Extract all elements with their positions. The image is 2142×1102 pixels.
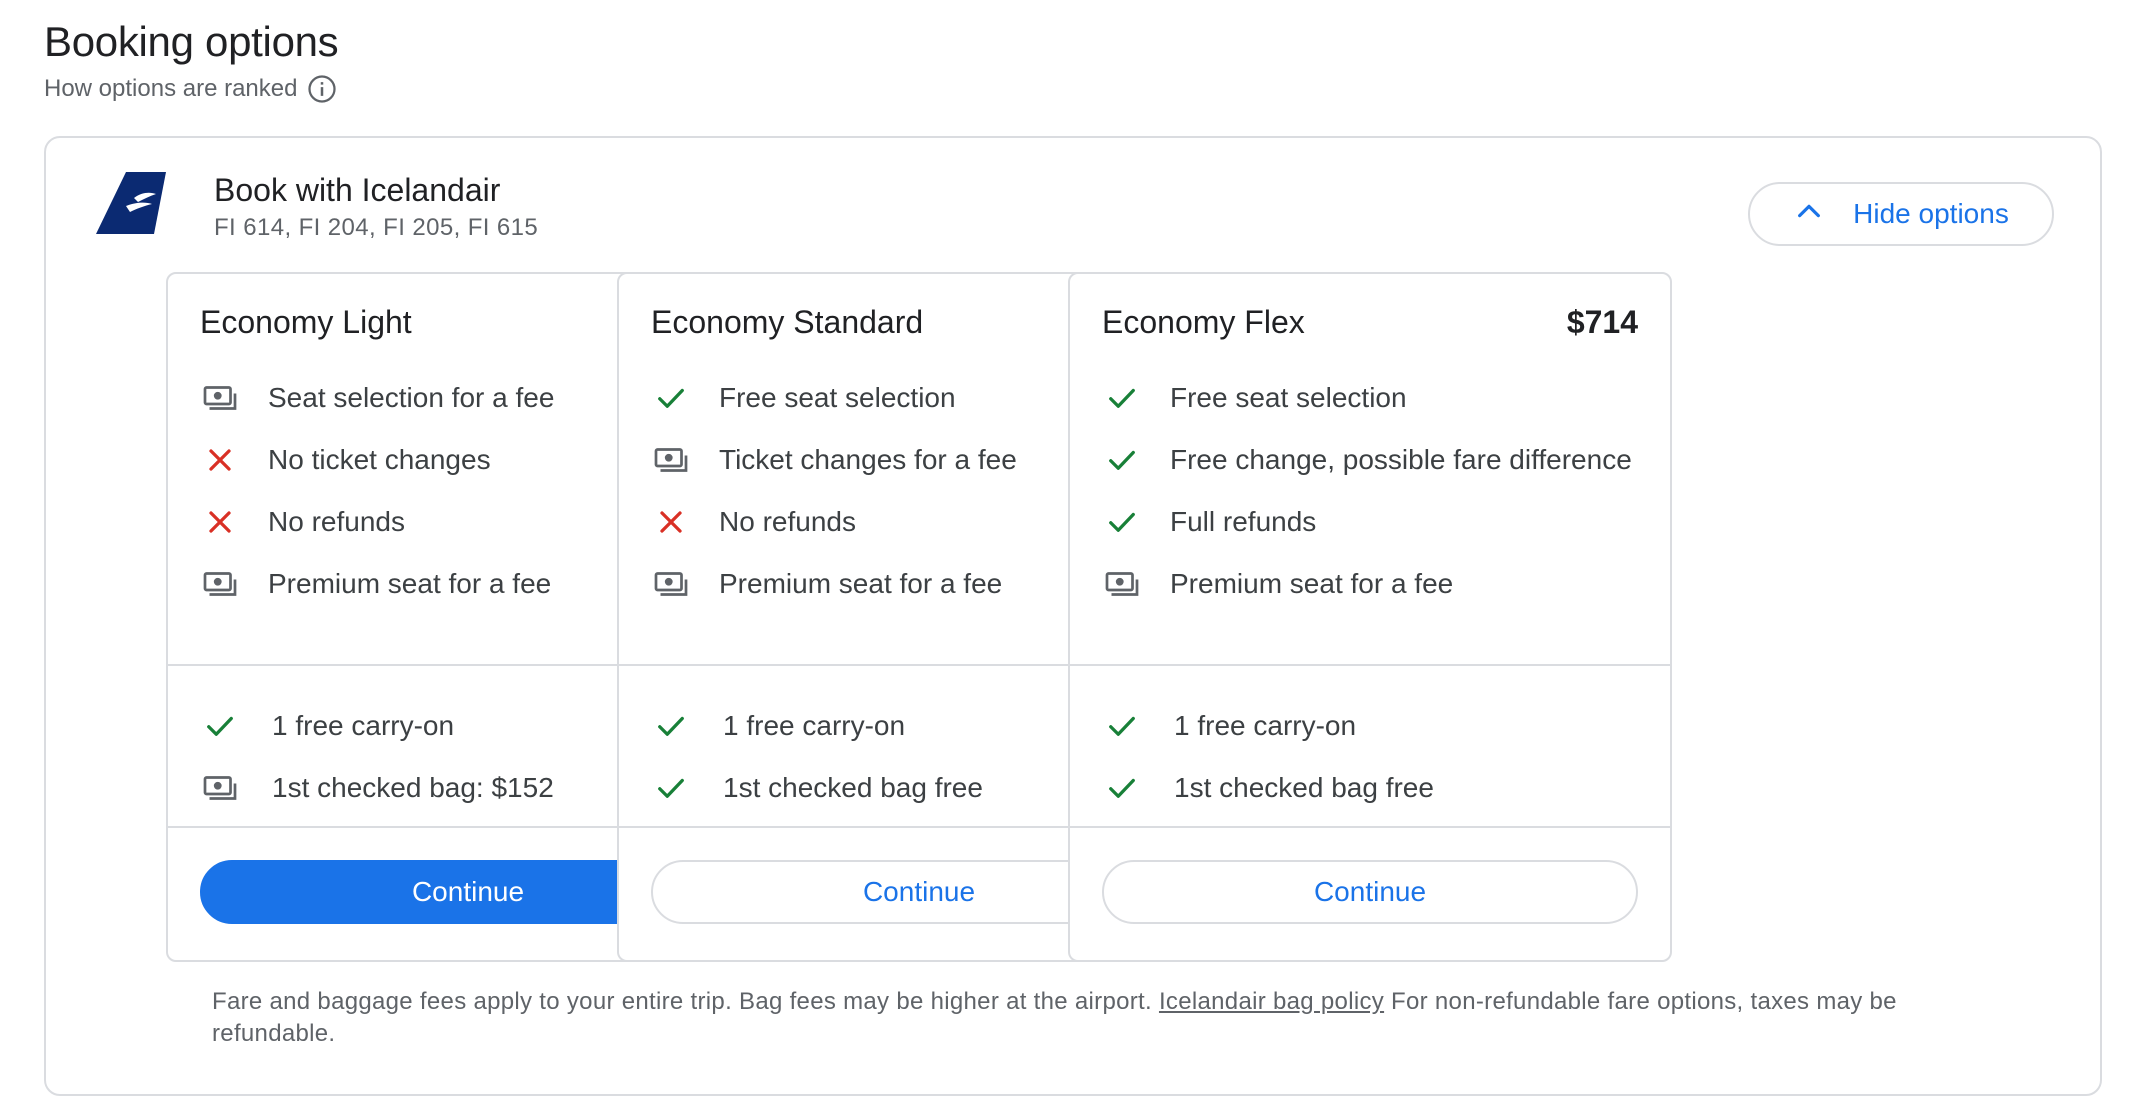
feature-text: Premium seat for a fee: [268, 568, 552, 599]
ranked-label: How options are ranked: [44, 75, 298, 102]
fee-icon: [200, 378, 240, 418]
bag-text: 1st checked bag free: [1174, 772, 1434, 803]
cross-icon: [651, 502, 691, 542]
bag-feature: 1 free carry-on: [1102, 706, 1646, 746]
fare-card: Economy Flex $714 Free seat selection Free …: [1068, 272, 1672, 962]
hide-options-label: Hide options: [1853, 198, 2009, 229]
info-icon[interactable]: [307, 74, 337, 104]
check-icon: [651, 706, 691, 746]
check-icon: [1102, 440, 1142, 480]
fare-name: Economy Standard: [651, 304, 924, 340]
feature-text: Free seat selection: [719, 382, 956, 413]
divider: [1070, 664, 1670, 666]
check-icon: [1102, 706, 1142, 746]
check-icon: [651, 378, 691, 418]
fare-header: Economy Flex $714: [1102, 304, 1638, 341]
check-icon: [651, 768, 691, 808]
fare-feature: Free change, possible fare difference: [1102, 440, 1646, 480]
bag-text: 1 free carry-on: [723, 710, 906, 741]
feature-text: No refunds: [719, 506, 856, 537]
feature-text: Full refunds: [1170, 506, 1317, 537]
fare-price: $714: [1566, 304, 1638, 340]
icelandair-logo: [96, 172, 166, 234]
fee-icon: [651, 564, 691, 604]
fare-name: Economy Flex: [1102, 304, 1305, 340]
chevron-up-icon: [1793, 195, 1825, 234]
fare-feature: Premium seat for a fee: [1102, 564, 1646, 604]
check-icon: [1102, 502, 1142, 542]
bag-policy-link[interactable]: Icelandair bag policy: [1159, 988, 1384, 1015]
check-icon: [200, 706, 240, 746]
fee-icon: [651, 440, 691, 480]
feature-text: Free change, possible fare difference: [1170, 444, 1632, 475]
bag-allowance: 1 free carry-on 1st checked bag free: [1102, 706, 1646, 830]
fee-icon: [200, 768, 240, 808]
booking-card: Book with Icelandair FI 614, FI 204, FI …: [44, 136, 2102, 1096]
bag-feature: 1st checked bag free: [1102, 768, 1646, 808]
footnote-text: Fare and baggage fees apply to your enti…: [212, 988, 1159, 1015]
flight-numbers: FI 614, FI 204, FI 205, FI 615: [214, 214, 539, 241]
bag-text: 1 free carry-on: [272, 710, 455, 741]
fare-name: Economy Light: [200, 304, 412, 340]
check-icon: [1102, 378, 1142, 418]
fee-icon: [1102, 564, 1142, 604]
bag-text: 1st checked bag: $152: [272, 772, 554, 803]
bag-text: 1 free carry-on: [1174, 710, 1357, 741]
fare-feature: Full refunds: [1102, 502, 1646, 542]
hide-options-button[interactable]: Hide options: [1748, 182, 2054, 246]
cross-icon: [200, 502, 240, 542]
page-title: Booking options: [44, 18, 339, 65]
feature-text: No ticket changes: [268, 444, 491, 475]
feature-text: Premium seat for a fee: [719, 568, 1003, 599]
continue-button[interactable]: Continue: [1102, 860, 1638, 924]
book-with-title: Book with Icelandair: [214, 172, 501, 208]
cross-icon: [200, 440, 240, 480]
feature-text: Premium seat for a fee: [1170, 568, 1454, 599]
ranking-info[interactable]: How options are ranked: [44, 74, 337, 104]
feature-text: Seat selection for a fee: [268, 382, 555, 413]
divider: [1070, 826, 1670, 828]
feature-text: No refunds: [268, 506, 405, 537]
feature-text: Free seat selection: [1170, 382, 1407, 413]
fare-footnote: Fare and baggage fees apply to your enti…: [212, 986, 2012, 1050]
check-icon: [1102, 768, 1142, 808]
fare-features: Free seat selection Free change, possible…: [1102, 378, 1646, 626]
bag-text: 1st checked bag free: [723, 772, 983, 803]
feature-text: Ticket changes for a fee: [719, 444, 1017, 475]
fare-feature: Free seat selection: [1102, 378, 1646, 418]
fee-icon: [200, 564, 240, 604]
